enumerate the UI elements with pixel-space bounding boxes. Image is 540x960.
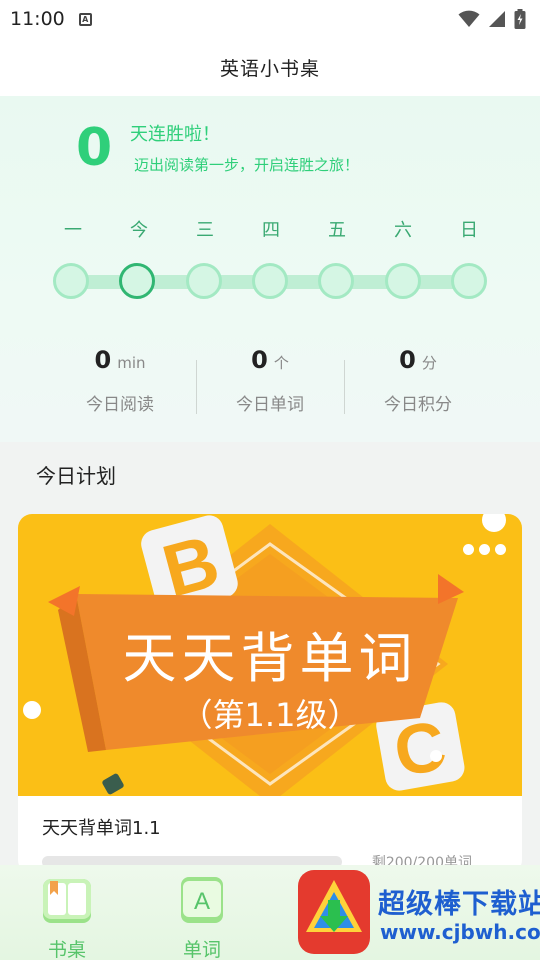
wifi-icon (458, 10, 480, 27)
day-dot-fri (318, 263, 355, 299)
streak-title: 天连胜啦！ (130, 124, 220, 145)
stat-reading-value: 0 (94, 346, 112, 374)
plan-banner[interactable]: B C 天天背单词 （第1.1级） (18, 514, 522, 796)
page-title: 英语小书桌 (219, 57, 320, 80)
stat-words-value: 0 (251, 346, 268, 374)
stat-reading[interactable]: 0 min 今日阅读 (46, 346, 194, 415)
nav-item-words[interactable]: A 单词 (162, 873, 242, 960)
plan-card-title: 天天背单词1.1 (42, 818, 161, 839)
battery-icon (514, 9, 526, 29)
notification-a-icon: A (78, 12, 92, 26)
day-dot-sat (384, 263, 421, 299)
bottom-navigation: 书桌 A 单词 超级棒下载站 www.cjbwh.com (0, 865, 540, 960)
streak-day-dots (53, 263, 487, 299)
nav-item-desk[interactable]: 书桌 (27, 873, 107, 960)
banner-title: 天天背单词 (122, 627, 418, 690)
more-options-icon[interactable] (463, 544, 506, 555)
watermark-logo-icon (306, 880, 362, 932)
more-dot (479, 544, 490, 555)
stat-words-unit: 个 (273, 354, 289, 372)
weekday-label-thu: 四 (262, 220, 280, 241)
stat-reading-unit: min (117, 354, 146, 372)
day-dot-sun (450, 263, 487, 299)
day-dot-wed (185, 263, 222, 299)
nav-label-desk: 书桌 (47, 939, 86, 960)
weekday-label-fri: 五 (328, 220, 346, 241)
stat-points[interactable]: 0 分 今日积分 (344, 346, 492, 415)
status-time: 11:00 (10, 8, 65, 30)
word-card-letter: A (194, 888, 210, 915)
stat-points-value: 0 (399, 346, 416, 374)
streak-subtitle: 迈出阅读第一步，开启连胜之旅！ (134, 156, 360, 174)
stat-points-label: 今日积分 (384, 395, 452, 415)
nav-label-words: 单词 (182, 939, 221, 960)
watermark: 超级棒下载站 www.cjbwh.com (298, 868, 540, 956)
stat-points-unit: 分 (421, 354, 437, 372)
more-dot (463, 544, 474, 555)
plan-heading: 今日计划 (36, 464, 116, 488)
stat-reading-label: 今日阅读 (86, 395, 154, 415)
today-stats: 0 min 今日阅读 0 个 今日单词 0 分 今日积分 (0, 346, 540, 426)
weekday-label-sat: 六 (394, 220, 412, 241)
day-dot-mon (53, 263, 89, 299)
more-dot (495, 544, 506, 555)
day-dot-today (119, 263, 156, 299)
weekday-label-wed: 三 (196, 220, 214, 241)
signal-icon (489, 11, 505, 27)
book-icon (43, 879, 91, 923)
weekday-label-mon: 一 (64, 220, 82, 241)
word-card-icon: A (181, 877, 223, 923)
app-title-bar: 英语小书桌 (0, 38, 540, 96)
stat-words-label: 今日单词 (236, 395, 304, 415)
watermark-logo (298, 870, 370, 954)
day-dot-thu (251, 263, 288, 299)
watermark-text: 超级棒下载站 (378, 889, 540, 920)
today-plan-section: 今日计划 B C 天天背单词 （第1.1级） 天天背单词1.1 剩200/200… (0, 442, 540, 874)
streak-count: 0 (76, 118, 113, 178)
stat-words[interactable]: 0 个 今日单词 (196, 346, 344, 415)
watermark-url: www.cjbwh.com (380, 920, 540, 944)
weekday-label-sun: 日 (460, 220, 478, 241)
plan-card[interactable]: B C 天天背单词 （第1.1级） 天天背单词1.1 剩200/200单词 (18, 514, 522, 874)
streak-panel: 0 天连胜啦！ 迈出阅读第一步，开启连胜之旅！ 一 今 三 四 五 六 日 0 … (0, 96, 540, 442)
status-bar: 11:00 A (0, 0, 540, 38)
weekday-labels: 一 今 三 四 五 六 日 (40, 216, 502, 242)
weekday-label-today: 今 (130, 220, 148, 241)
banner-subtitle: （第1.1级） (180, 696, 360, 734)
